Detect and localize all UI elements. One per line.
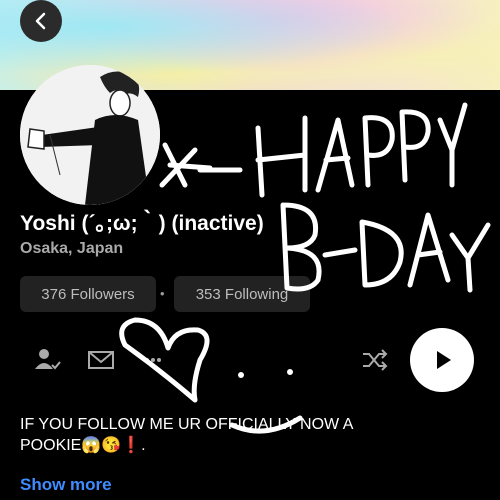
mail-icon[interactable] — [86, 345, 116, 375]
back-button[interactable] — [20, 0, 62, 42]
following-label: 353 Following — [195, 285, 289, 303]
profile-bio: IF YOU FOLLOW ME UR OFFICIALLY NOW A POO… — [20, 414, 480, 456]
stats-separator: • — [160, 286, 165, 301]
back-arrow-icon — [35, 12, 46, 30]
bio-line-2: POOKIE😱😘❗. — [20, 437, 146, 454]
following-button[interactable]: 353 Following — [174, 276, 310, 312]
avatar[interactable] — [20, 65, 160, 205]
followers-button[interactable]: 376 Followers — [20, 276, 156, 312]
play-button[interactable] — [410, 328, 474, 392]
play-icon — [437, 351, 451, 369]
followers-label: 376 Followers — [41, 285, 135, 303]
shuffle-icon[interactable] — [360, 345, 390, 375]
profile-name: Yoshi (´｡;ω;｀) (inactive) — [20, 212, 264, 235]
person-check-icon[interactable] — [32, 345, 62, 375]
bio-line-1: IF YOU FOLLOW ME UR OFFICIALLY NOW A — [20, 416, 354, 433]
profile-location: Osaka, Japan — [20, 240, 124, 257]
show-more-link[interactable]: Show more — [20, 475, 112, 495]
more-dots-icon[interactable] — [138, 345, 168, 375]
avatar-illustration — [20, 65, 160, 205]
